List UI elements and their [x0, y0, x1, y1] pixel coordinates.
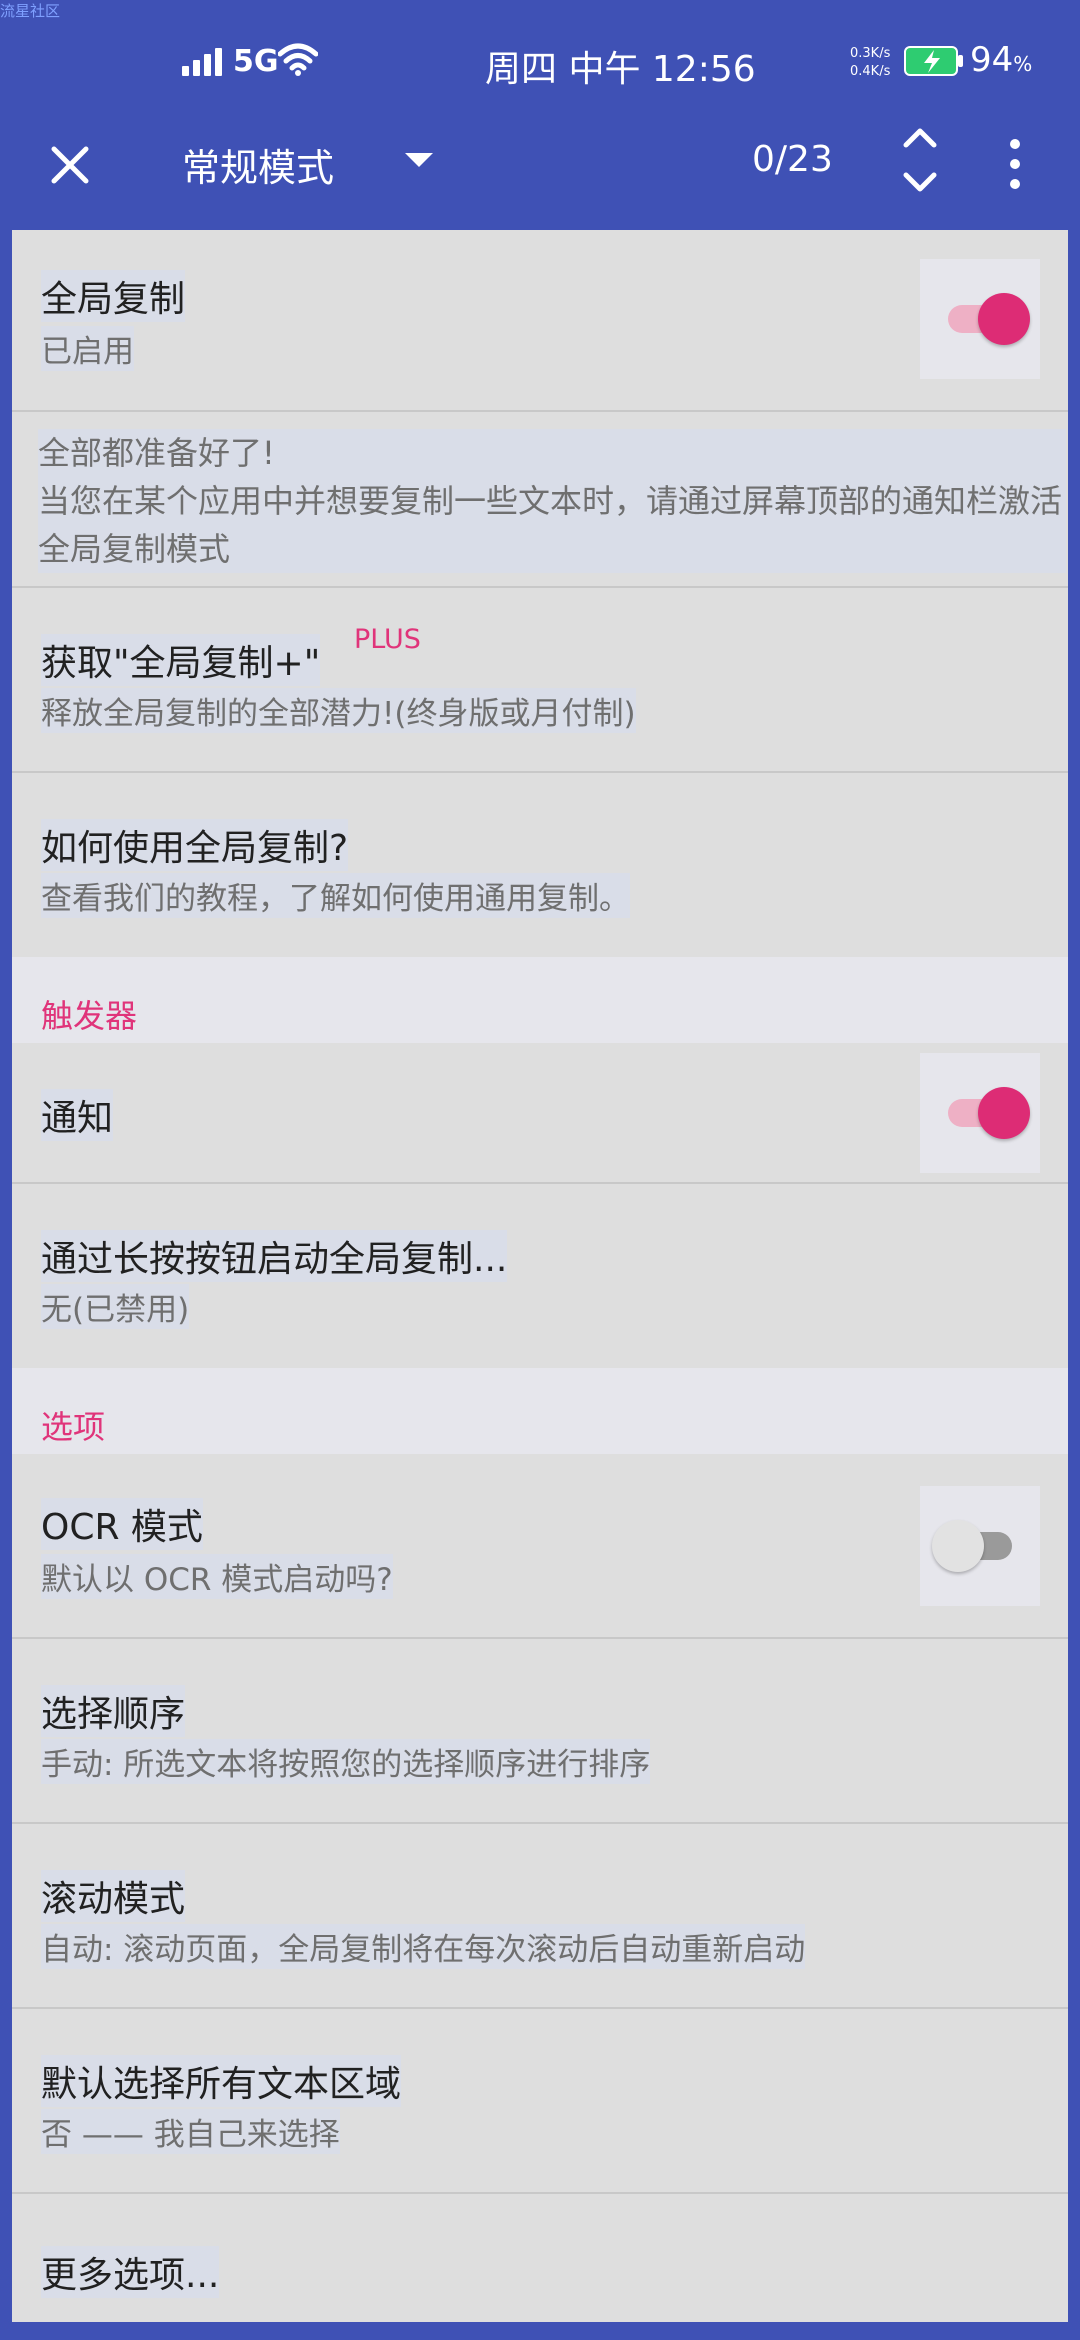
select-all-row[interactable]: 默认选择所有文本区域 否 —— 我自己来选择 — [12, 2009, 1068, 2194]
get-plus-subtitle: 释放全局复制的全部潜力!(终身版或月付制) — [41, 688, 636, 733]
close-icon[interactable] — [48, 143, 92, 187]
battery-level: 94% — [970, 40, 1033, 80]
settings-panel: 全局复制 已启用 全部都准备好了! 当您在某个应用中并想要复制一些文本时，请通过… — [12, 230, 1068, 2322]
scroll-mode-title: 滚动模式 — [41, 1870, 186, 1922]
how-to-title: 如何使用全局复制? — [41, 819, 349, 871]
selection-counter: 0/23 — [752, 139, 833, 180]
notification-title: 通知 — [41, 1089, 114, 1141]
clock: 周四 中午 12:56 — [485, 49, 756, 90]
get-plus-row[interactable]: 获取"全局复制+" PLUS 释放全局复制的全部潜力!(终身版或月付制) — [12, 588, 1068, 773]
ocr-mode-subtitle: 默认以 OCR 模式启动吗? — [41, 1554, 393, 1599]
selection-order-title: 选择顺序 — [41, 1685, 186, 1737]
global-copy-row[interactable]: 全局复制 已启用 — [12, 230, 1068, 412]
notification-row[interactable]: 通知 — [12, 1043, 1068, 1184]
dropdown-arrow-icon[interactable] — [405, 153, 433, 167]
ready-info-text: 全部都准备好了! 当您在某个应用中并想要复制一些文本时，请通过屏幕顶部的通知栏激… — [38, 429, 1066, 573]
triggers-header: 触发器 — [41, 997, 138, 1035]
mode-selector[interactable]: 常规模式 — [182, 137, 334, 192]
network-speed: 0.3K/s 0.4K/s — [850, 46, 891, 79]
status-bar: 5G 周四 中午 12:56 0.3K/s 0.4K/s 94% — [0, 0, 1080, 125]
ocr-mode-title: OCR 模式 — [41, 1498, 203, 1550]
signal-icon — [182, 44, 222, 76]
get-plus-title: 获取"全局复制+" — [41, 634, 321, 686]
scroll-mode-row[interactable]: 滚动模式 自动: 滚动页面，全局复制将在每次滚动后自动重新启动 — [12, 1824, 1068, 2009]
network-type: 5G — [233, 44, 279, 79]
up-down-arrows-icon[interactable] — [902, 125, 938, 195]
options-header: 选项 — [41, 1408, 106, 1446]
app-bar: 常规模式 0/23 — [0, 125, 1080, 230]
plus-badge: PLUS — [354, 624, 421, 655]
ocr-mode-row[interactable]: OCR 模式 默认以 OCR 模式启动吗? — [12, 1454, 1068, 1639]
options-section: 选项 — [12, 1368, 1068, 1454]
ready-info: 全部都准备好了! 当您在某个应用中并想要复制一些文本时，请通过屏幕顶部的通知栏激… — [12, 412, 1068, 588]
how-to-subtitle: 查看我们的教程，了解如何使用通用复制。 — [41, 873, 630, 918]
how-to-row[interactable]: 如何使用全局复制? 查看我们的教程，了解如何使用通用复制。 — [12, 773, 1068, 957]
long-press-row[interactable]: 通过长按按钮启动全局复制... 无(已禁用) — [12, 1184, 1068, 1368]
selection-order-subtitle: 手动: 所选文本将按照您的选择顺序进行排序 — [41, 1739, 651, 1784]
battery-charging-icon — [904, 46, 963, 76]
global-copy-title: 全局复制 — [41, 270, 186, 322]
selection-order-row[interactable]: 选择顺序 手动: 所选文本将按照您的选择顺序进行排序 — [12, 1639, 1068, 1824]
more-options-row[interactable]: 更多选项... — [12, 2194, 1068, 2322]
triggers-section: 触发器 — [12, 957, 1068, 1043]
long-press-title: 通过长按按钮启动全局复制... — [41, 1230, 508, 1282]
ocr-mode-toggle[interactable] — [920, 1486, 1040, 1606]
scroll-mode-subtitle: 自动: 滚动页面，全局复制将在每次滚动后自动重新启动 — [41, 1924, 806, 1969]
global-copy-subtitle: 已启用 — [41, 326, 134, 371]
select-all-subtitle: 否 —— 我自己来选择 — [41, 2109, 340, 2154]
notification-toggle[interactable] — [920, 1053, 1040, 1173]
more-options-title: 更多选项... — [41, 2246, 220, 2298]
wifi-icon — [278, 43, 318, 76]
select-all-title: 默认选择所有文本区域 — [41, 2055, 402, 2107]
long-press-subtitle: 无(已禁用) — [41, 1284, 190, 1329]
global-copy-toggle[interactable] — [920, 259, 1040, 379]
more-options-icon[interactable] — [1008, 139, 1022, 189]
